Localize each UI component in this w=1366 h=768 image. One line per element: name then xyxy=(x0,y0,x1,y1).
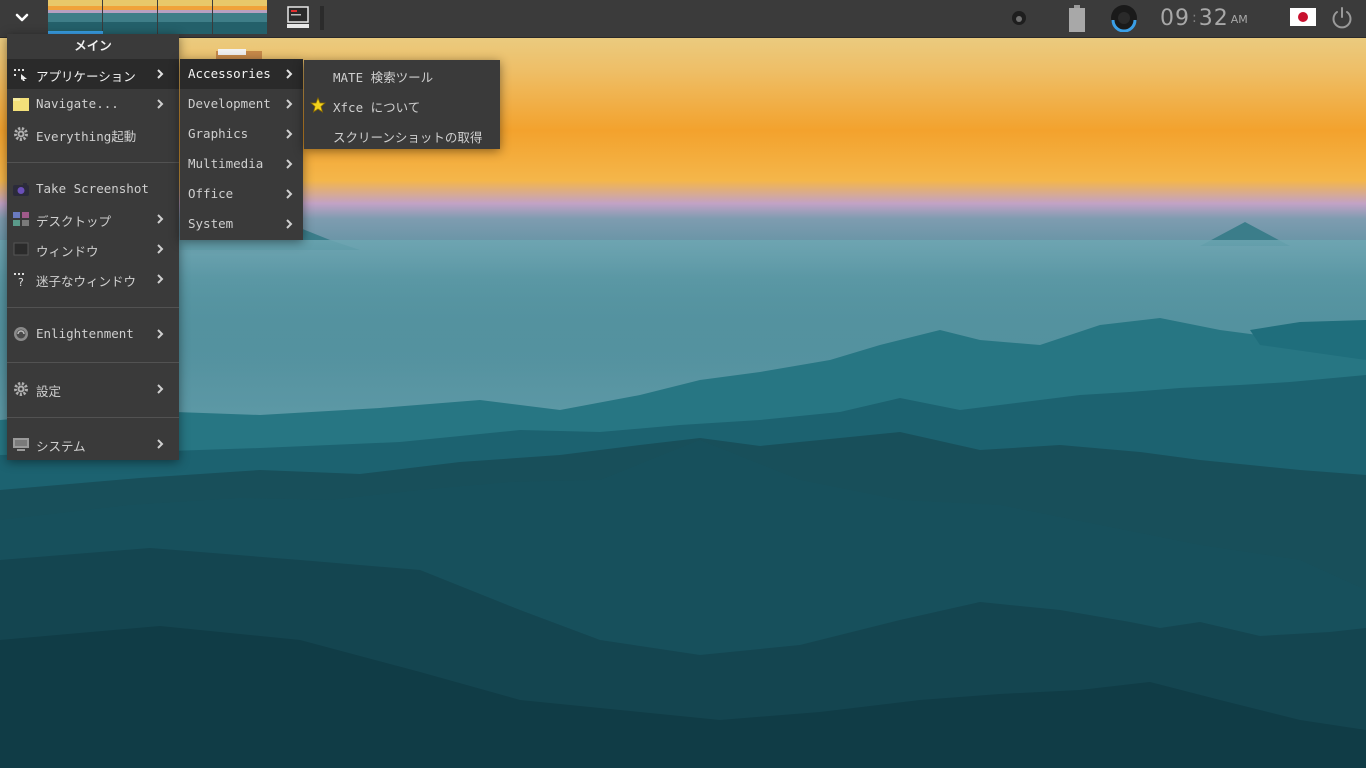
launcher-take-screenshot[interactable]: スクリーンショットの取得 xyxy=(304,120,500,150)
menu-item-applications[interactable]: アプリケーション xyxy=(7,59,179,89)
menu-separator xyxy=(7,307,179,308)
top-shelf: 09 : 32 AM xyxy=(0,0,1366,38)
launcher-label: スクリーンショットの取得 xyxy=(333,130,483,145)
chevron-right-icon xyxy=(157,69,164,79)
japan-flag-icon[interactable] xyxy=(1290,8,1316,26)
computer-icon xyxy=(13,438,29,451)
flag-sun xyxy=(1298,12,1308,22)
disk-usage-icon[interactable] xyxy=(1110,4,1138,32)
chevron-right-icon xyxy=(157,384,164,394)
main-menu-title: メイン xyxy=(74,38,112,53)
submenu-item-label: Graphics xyxy=(188,126,249,141)
chevron-down-icon xyxy=(15,13,29,22)
pager-desktop-3[interactable] xyxy=(158,0,212,34)
svg-text:?: ? xyxy=(18,276,24,287)
folder-icon xyxy=(13,98,29,111)
menu-item-label: 設定 xyxy=(36,384,62,399)
clock-hours: 09 xyxy=(1160,5,1190,31)
submenu-item-label: Accessories xyxy=(188,66,271,81)
applications-icon xyxy=(14,69,27,81)
submenu-item-label: Office xyxy=(188,186,234,201)
gear-icon xyxy=(14,127,28,141)
menu-item-label: Navigate... xyxy=(36,96,119,111)
menu-item-label: システム xyxy=(36,439,86,454)
terminal-launcher-icon[interactable] xyxy=(287,6,309,30)
clock[interactable]: 09 : 32 AM xyxy=(1160,4,1248,32)
submenu-item-graphics[interactable]: Graphics xyxy=(180,119,303,149)
menu-item-label: デスクトップ xyxy=(36,214,112,229)
submenu-item-multimedia[interactable]: Multimedia xyxy=(180,149,303,179)
menu-item-windows[interactable]: ウィンドウ xyxy=(7,234,179,264)
submenu-item-label: Development xyxy=(188,96,271,111)
submenu-item-development[interactable]: Development xyxy=(180,89,303,119)
clock-minutes: 32 xyxy=(1198,5,1229,31)
menu-separator xyxy=(7,162,179,163)
settings-gear-icon xyxy=(14,382,28,396)
virtual-desktop-pager[interactable] xyxy=(48,0,268,34)
menu-item-navigate[interactable]: Navigate... xyxy=(7,89,179,119)
power-icon[interactable] xyxy=(1330,6,1354,30)
menu-item-label: Everything起動 xyxy=(36,129,137,144)
launcher-about-xfce[interactable]: Xfce について xyxy=(304,90,500,120)
battery-icon[interactable] xyxy=(1068,5,1086,33)
menu-item-settings[interactable]: 設定 xyxy=(7,374,179,404)
chevron-right-icon xyxy=(157,274,164,284)
launcher-label: Xfce について xyxy=(333,100,421,115)
clock-separator: : xyxy=(1192,10,1197,26)
chevron-right-icon xyxy=(286,69,293,79)
menu-item-enlightenment[interactable]: Enlightenment xyxy=(7,319,179,349)
menu-separator xyxy=(7,362,179,363)
start-menu-button[interactable] xyxy=(8,4,36,32)
menu-item-take-screenshot[interactable]: Take Screenshot xyxy=(7,174,179,204)
star-icon xyxy=(310,97,326,113)
clock-ampm: AM xyxy=(1230,12,1248,26)
chevron-right-icon xyxy=(286,189,293,199)
menu-item-label: Take Screenshot xyxy=(36,181,149,196)
window-icon xyxy=(13,242,29,256)
menu-item-label: 迷子なウィンドウ xyxy=(36,274,137,289)
pager-desktop-1[interactable] xyxy=(48,0,102,34)
desktop-icon xyxy=(13,212,29,226)
lost-window-icon: ? xyxy=(14,273,24,287)
shelf-separator xyxy=(320,6,324,30)
submenu-item-label: Multimedia xyxy=(188,156,264,171)
submenu-item-accessories[interactable]: Accessories xyxy=(180,59,303,89)
submenu-item-label: System xyxy=(188,216,234,231)
chevron-right-icon xyxy=(286,159,293,169)
launcher-mate-search-tool[interactable]: MATE 検索ツール xyxy=(304,60,500,90)
submenu-item-office[interactable]: Office xyxy=(180,179,303,209)
accessories-submenu: MATE 検索ツール Xfce について スクリーンショットの取得 xyxy=(304,60,500,149)
main-menu: メイン アプリケーション Navigate... Everything起動 Ta… xyxy=(7,34,179,460)
pager-desktop-2[interactable] xyxy=(103,0,157,34)
chevron-right-icon xyxy=(286,129,293,139)
menu-item-label: ウィンドウ xyxy=(36,244,99,259)
camera-icon xyxy=(13,183,29,196)
chevron-right-icon xyxy=(286,99,293,109)
submenu-item-system[interactable]: System xyxy=(180,209,303,239)
chevron-right-icon xyxy=(157,329,164,339)
pager-desktop-4[interactable] xyxy=(213,0,267,34)
applications-submenu: Accessories Development Graphics Multime… xyxy=(180,59,303,240)
chevron-right-icon xyxy=(157,214,164,224)
menu-separator xyxy=(7,417,179,418)
menu-item-label: Enlightenment xyxy=(36,326,134,341)
menu-item-label: アプリケーション xyxy=(36,69,136,84)
chevron-right-icon xyxy=(157,439,164,449)
launcher-label: MATE 検索ツール xyxy=(333,70,434,85)
menu-item-system[interactable]: システム xyxy=(7,429,179,459)
volume-icon[interactable] xyxy=(1010,9,1028,27)
chevron-right-icon xyxy=(157,244,164,254)
enlightenment-icon xyxy=(14,327,28,341)
menu-item-lost-windows[interactable]: ? 迷子なウィンドウ xyxy=(7,264,179,294)
menu-item-everything[interactable]: Everything起動 xyxy=(7,119,179,149)
menu-item-desktop[interactable]: デスクトップ xyxy=(7,204,179,234)
chevron-right-icon xyxy=(157,99,164,109)
chevron-right-icon xyxy=(286,219,293,229)
